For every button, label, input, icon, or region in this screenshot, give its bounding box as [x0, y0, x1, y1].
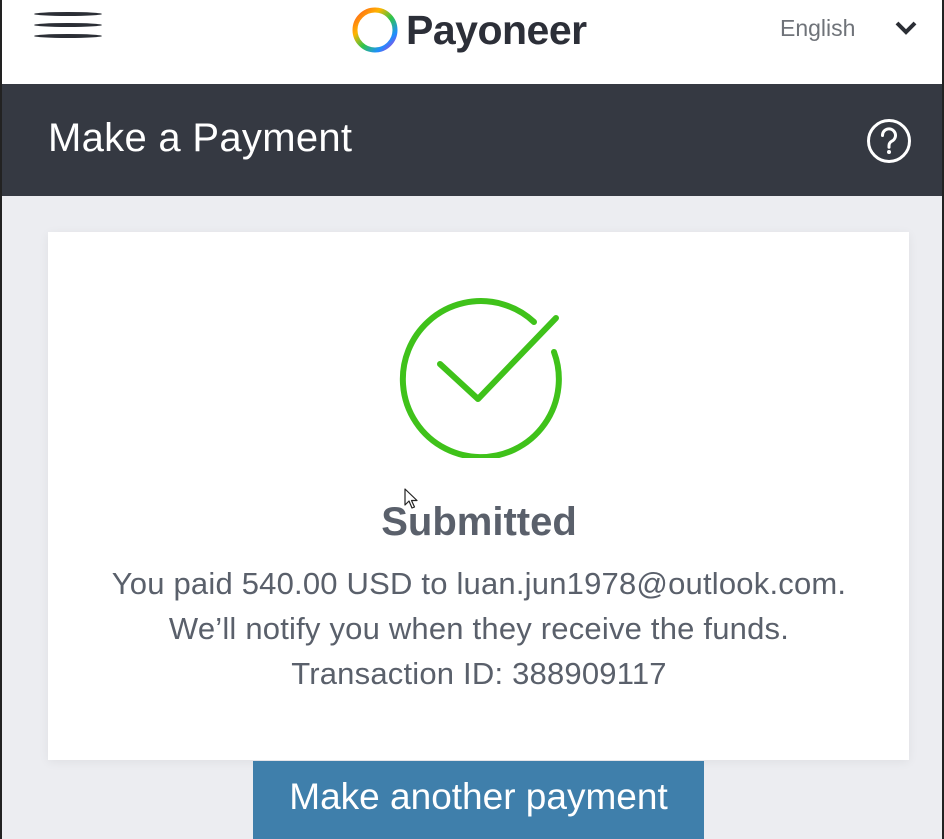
menu-line: [34, 12, 102, 16]
status-title: Submitted: [381, 500, 577, 544]
menu-line: [34, 23, 102, 27]
question-circle-icon[interactable]: [866, 118, 912, 164]
chevron-down-icon: [896, 21, 917, 35]
payoneer-logo[interactable]: Payoneer: [350, 4, 587, 56]
menu-line: [34, 34, 102, 38]
page-title: Make a Payment: [48, 116, 353, 160]
language-label: English: [780, 14, 856, 41]
hamburger-menu-icon[interactable]: [34, 10, 102, 40]
mouse-pointer-icon: [404, 488, 418, 509]
brand-name: Payoneer: [406, 6, 587, 53]
make-another-payment-button[interactable]: Make another payment: [253, 761, 704, 839]
top-bar: Payoneer English: [0, 0, 944, 84]
check-circle-icon: [399, 298, 562, 458]
payoneer-ring-logo-icon: [352, 7, 398, 53]
notification-note: We’ll notify you when they receive the f…: [168, 611, 790, 646]
language-selector[interactable]: English: [780, 12, 917, 44]
payment-summary: You paid 540.00 USD to luan.jun1978@outl…: [111, 566, 847, 601]
transaction-id: Transaction ID: 388909117: [291, 656, 667, 691]
